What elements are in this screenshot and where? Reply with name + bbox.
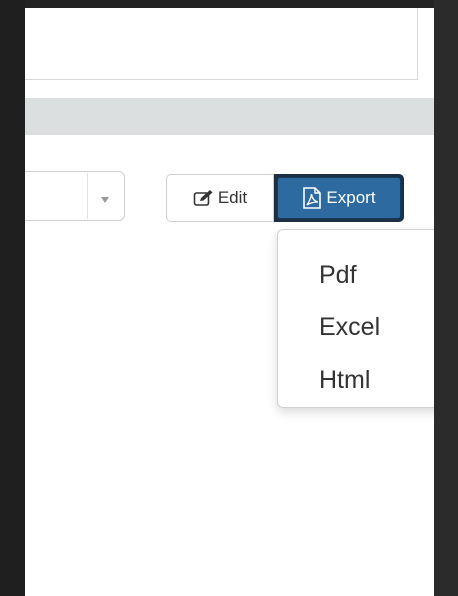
window-top-strip xyxy=(0,0,458,8)
caret-down-icon[interactable] xyxy=(101,197,109,203)
edit-button[interactable]: Edit xyxy=(166,174,274,222)
pdf-file-icon xyxy=(302,187,322,209)
section-header-bar xyxy=(25,98,434,135)
export-label: Export xyxy=(326,188,376,207)
edit-label: Edit xyxy=(217,188,248,207)
export-dropdown-menu: Pdf Excel Html xyxy=(277,229,434,408)
export-button[interactable]: Export xyxy=(274,174,404,222)
export-button-face: Export xyxy=(277,177,401,219)
left-panel xyxy=(0,0,25,596)
main-content: Edit Export Pdf Excel Html xyxy=(25,8,434,596)
menu-item-excel[interactable]: Excel xyxy=(319,313,380,342)
edit-icon xyxy=(193,189,215,207)
text-area-field[interactable] xyxy=(25,8,418,80)
menu-item-html[interactable]: Html xyxy=(319,366,370,395)
menu-item-pdf[interactable]: Pdf xyxy=(319,261,357,290)
scrollbar-track[interactable] xyxy=(434,0,458,596)
select-divider xyxy=(87,173,88,219)
select-dropdown[interactable] xyxy=(25,171,125,221)
